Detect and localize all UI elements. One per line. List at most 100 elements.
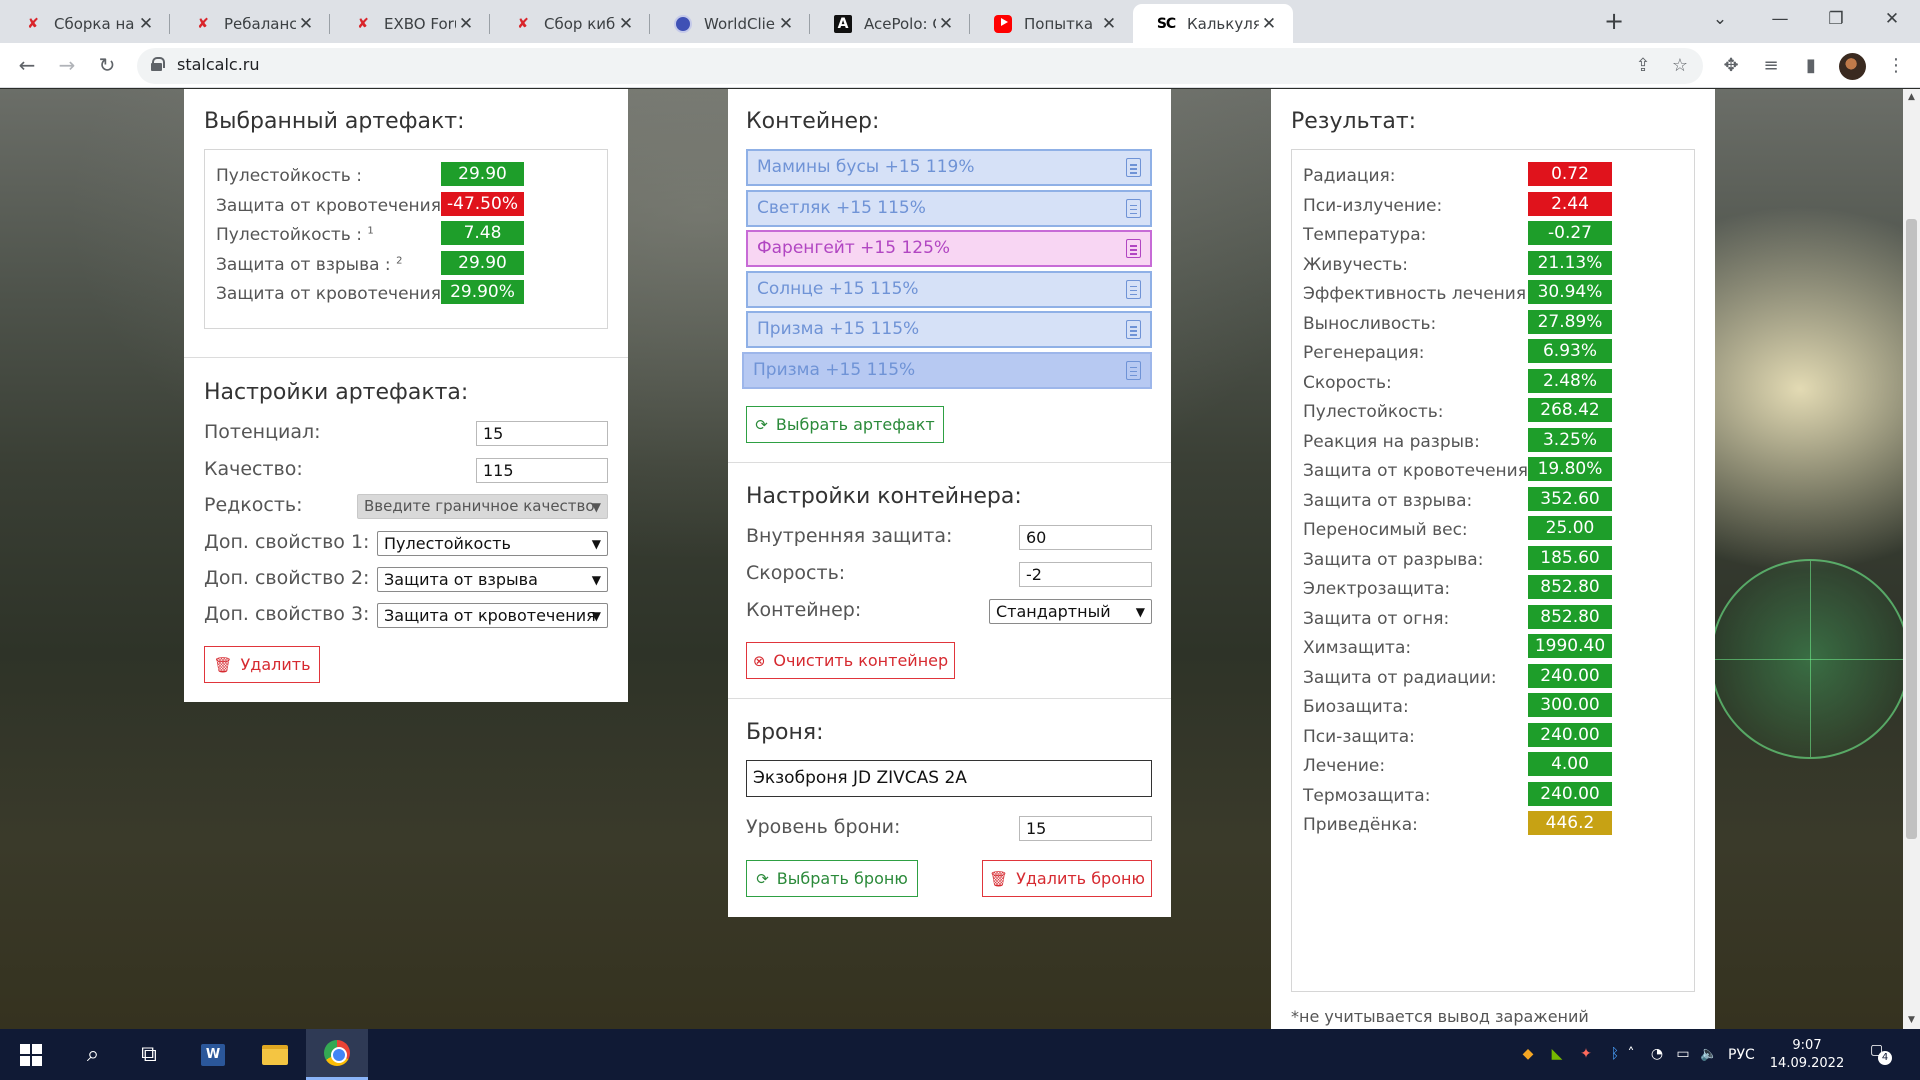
stat-value-badge: 29.90 (441, 162, 524, 186)
profile-avatar[interactable] (1839, 53, 1866, 80)
stat-label-text: Переносимый вес: (1303, 520, 1468, 540)
back-arrow-icon[interactable]: ← (11, 49, 43, 81)
browser-tab[interactable]: ✘ Ребаланс штурмовиков✕ (170, 4, 330, 43)
tray-app-icon[interactable]: ✦ (1577, 1045, 1595, 1063)
browser-tab[interactable]: SC Калькулятор сборок✕ (1133, 4, 1293, 43)
quality-input[interactable]: 115 (476, 458, 608, 483)
volume-muted-icon[interactable]: 🔈 (1700, 1045, 1718, 1063)
browser-tab[interactable]: Попытка из STALCRAFT✕ (970, 4, 1133, 43)
clear-container-button[interactable]: ⊗ Очистить контейнер (746, 642, 955, 679)
tab-close-icon[interactable]: ✕ (456, 14, 476, 34)
side-panel-icon[interactable]: ▮ (1800, 55, 1822, 77)
tab-close-icon[interactable]: ✕ (1259, 14, 1279, 34)
container-artifact-item[interactable]: Фаренгейт +15 125% (746, 230, 1152, 267)
tab-close-icon[interactable]: ✕ (1099, 14, 1119, 34)
extra1-select[interactable]: Пулестойкость ▼ (377, 531, 608, 556)
address-bar[interactable]: stalcalc.ru ⇪ ☆ (137, 48, 1703, 84)
document-icon[interactable] (1126, 320, 1141, 339)
stat-label-text: Температура: (1303, 225, 1427, 245)
container-speed-input[interactable]: -2 (1019, 562, 1152, 587)
browser-tab[interactable]: WorldClient✕ (650, 4, 810, 43)
choose-armor-button[interactable]: ⟳ Выбрать броню (746, 860, 918, 897)
maximize-button[interactable]: ❐ (1808, 0, 1864, 38)
chrome-taskbar-button[interactable] (306, 1029, 368, 1080)
wifi-icon[interactable]: ◔ (1648, 1045, 1666, 1063)
inner-protection-input[interactable]: 60 (1019, 525, 1152, 550)
word-taskbar-button[interactable]: W (182, 1029, 244, 1080)
potential-input[interactable]: 15 (476, 421, 608, 446)
lock-icon[interactable] (151, 57, 165, 71)
scrollbar-thumb[interactable] (1906, 219, 1917, 839)
search-icon[interactable]: ⌕ (62, 1029, 124, 1080)
tray-expand-icon[interactable]: ˄ (1622, 1045, 1640, 1063)
document-icon[interactable] (1126, 360, 1141, 380)
browser-tab[interactable]: A AcePolo: Good✕ (810, 4, 970, 43)
battery-icon[interactable]: ▭ (1674, 1045, 1692, 1063)
tab-close-icon[interactable]: ✕ (616, 14, 636, 34)
container-artifact-item[interactable]: Мамины бусы +15 119% (746, 149, 1152, 186)
scroll-down-arrow-icon[interactable]: ▼ (1903, 1012, 1920, 1029)
new-tab-button[interactable]: + (1598, 6, 1630, 38)
minimize-button[interactable]: — (1752, 0, 1808, 38)
stat-label: Термозащита: (1303, 786, 1430, 806)
trash-icon: 🗑 (989, 869, 1009, 888)
tab-close-icon[interactable]: ✕ (776, 14, 796, 34)
armor-name-field[interactable]: Экзоброня JD ZIVCAS 2A (746, 760, 1152, 797)
more-menu-icon[interactable]: ⋮ (1885, 55, 1907, 77)
choose-artifact-button[interactable]: ⟳ Выбрать артефакт (746, 406, 944, 443)
task-view-icon[interactable]: ⧉ (118, 1029, 180, 1080)
document-icon[interactable] (1126, 158, 1141, 177)
delete-artifact-button[interactable]: 🗑 Удалить (204, 646, 320, 683)
bookmark-star-icon[interactable]: ☆ (1669, 55, 1691, 77)
stat-row: Защита от огня: 852.80 (1292, 604, 1694, 635)
extra3-select[interactable]: Защита от кровотечения ▼ (377, 603, 608, 628)
taskbar-clock[interactable]: 9:07 14.09.2022 (1767, 1037, 1847, 1073)
tab-title: Калькулятор сборок (1187, 14, 1259, 33)
container-type-select[interactable]: Стандартный ▼ (989, 599, 1152, 624)
tab-search-chevron-icon[interactable]: ⌄ (1692, 0, 1748, 38)
stat-label: Пси-защита: (1303, 727, 1415, 747)
language-indicator[interactable]: РУС (1728, 1029, 1755, 1080)
rarity-select[interactable]: Введите граничное качество ▼ (357, 494, 608, 519)
word-icon: W (201, 1043, 225, 1066)
tab-close-icon[interactable]: ✕ (296, 14, 316, 34)
start-button[interactable] (0, 1029, 62, 1080)
scroll-up-arrow-icon[interactable]: ▲ (1903, 89, 1920, 106)
close-window-button[interactable]: ✕ (1864, 0, 1920, 38)
tab-close-icon[interactable]: ✕ (136, 14, 156, 34)
armor-level-input[interactable]: 15 (1019, 816, 1152, 841)
browser-tab[interactable]: ✘ EXBO Forum✕ (330, 4, 490, 43)
windows-taskbar: ⌕ ⧉ W ◆ ◣ ✦ ᛒ ˄ ◔ ▭ 🔈 РУС 9:07 14.09.202… (0, 1029, 1920, 1080)
container-artifact-item[interactable]: Призма +15 115% (742, 351, 1152, 389)
clear-container-label: Очистить контейнер (773, 651, 949, 670)
extensions-puzzle-icon[interactable]: ✥ (1720, 55, 1742, 77)
stat-row: Переносимый вес: 25.00 (1292, 516, 1694, 546)
stat-value-badge: -0.27 (1528, 221, 1612, 245)
stat-row: Пси-излучение: 2.44 (1292, 191, 1694, 222)
url-text[interactable]: stalcalc.ru (177, 55, 260, 74)
delete-armor-button[interactable]: 🗑 Удалить броню (982, 860, 1152, 897)
browser-tab[interactable]: ✘ Сбор киберспортсменов✕ (490, 4, 650, 43)
container-artifact-item[interactable]: Призма +15 115% (746, 311, 1152, 348)
stat-label: Лечение: (1303, 756, 1385, 776)
share-icon[interactable]: ⇪ (1632, 55, 1654, 77)
page-scrollbar[interactable]: ▲ ▼ (1903, 89, 1920, 1029)
browser-tab[interactable]: ✘ Сборка на зивкаст✕ (0, 4, 170, 43)
extra2-select[interactable]: Защита от взрыва ▼ (377, 567, 608, 592)
result-panel: Результат: Радиация: 0.72 Пси-излучение: 2.… (1271, 89, 1715, 1029)
stat-row: Защита от кровотечения : -47.50% (205, 191, 607, 222)
forward-arrow-icon[interactable]: → (51, 49, 83, 81)
reload-icon[interactable]: ↻ (91, 49, 123, 81)
explorer-taskbar-button[interactable] (244, 1029, 306, 1080)
media-control-icon[interactable]: ≡ (1760, 55, 1782, 77)
tab-close-icon[interactable]: ✕ (936, 14, 956, 34)
document-icon[interactable] (1126, 279, 1141, 299)
container-artifact-label: Светляк +15 115% (757, 197, 926, 218)
container-artifact-item[interactable]: Солнце +15 115% (746, 270, 1152, 308)
tray-avast-icon[interactable]: ◆ (1519, 1045, 1537, 1063)
document-icon[interactable] (1126, 198, 1141, 218)
stat-row: Лечение: 4.00 (1292, 752, 1694, 782)
tray-nvidia-icon[interactable]: ◣ (1548, 1045, 1566, 1063)
container-artifact-item[interactable]: Светляк +15 115% (746, 189, 1152, 227)
document-icon[interactable] (1126, 239, 1141, 258)
